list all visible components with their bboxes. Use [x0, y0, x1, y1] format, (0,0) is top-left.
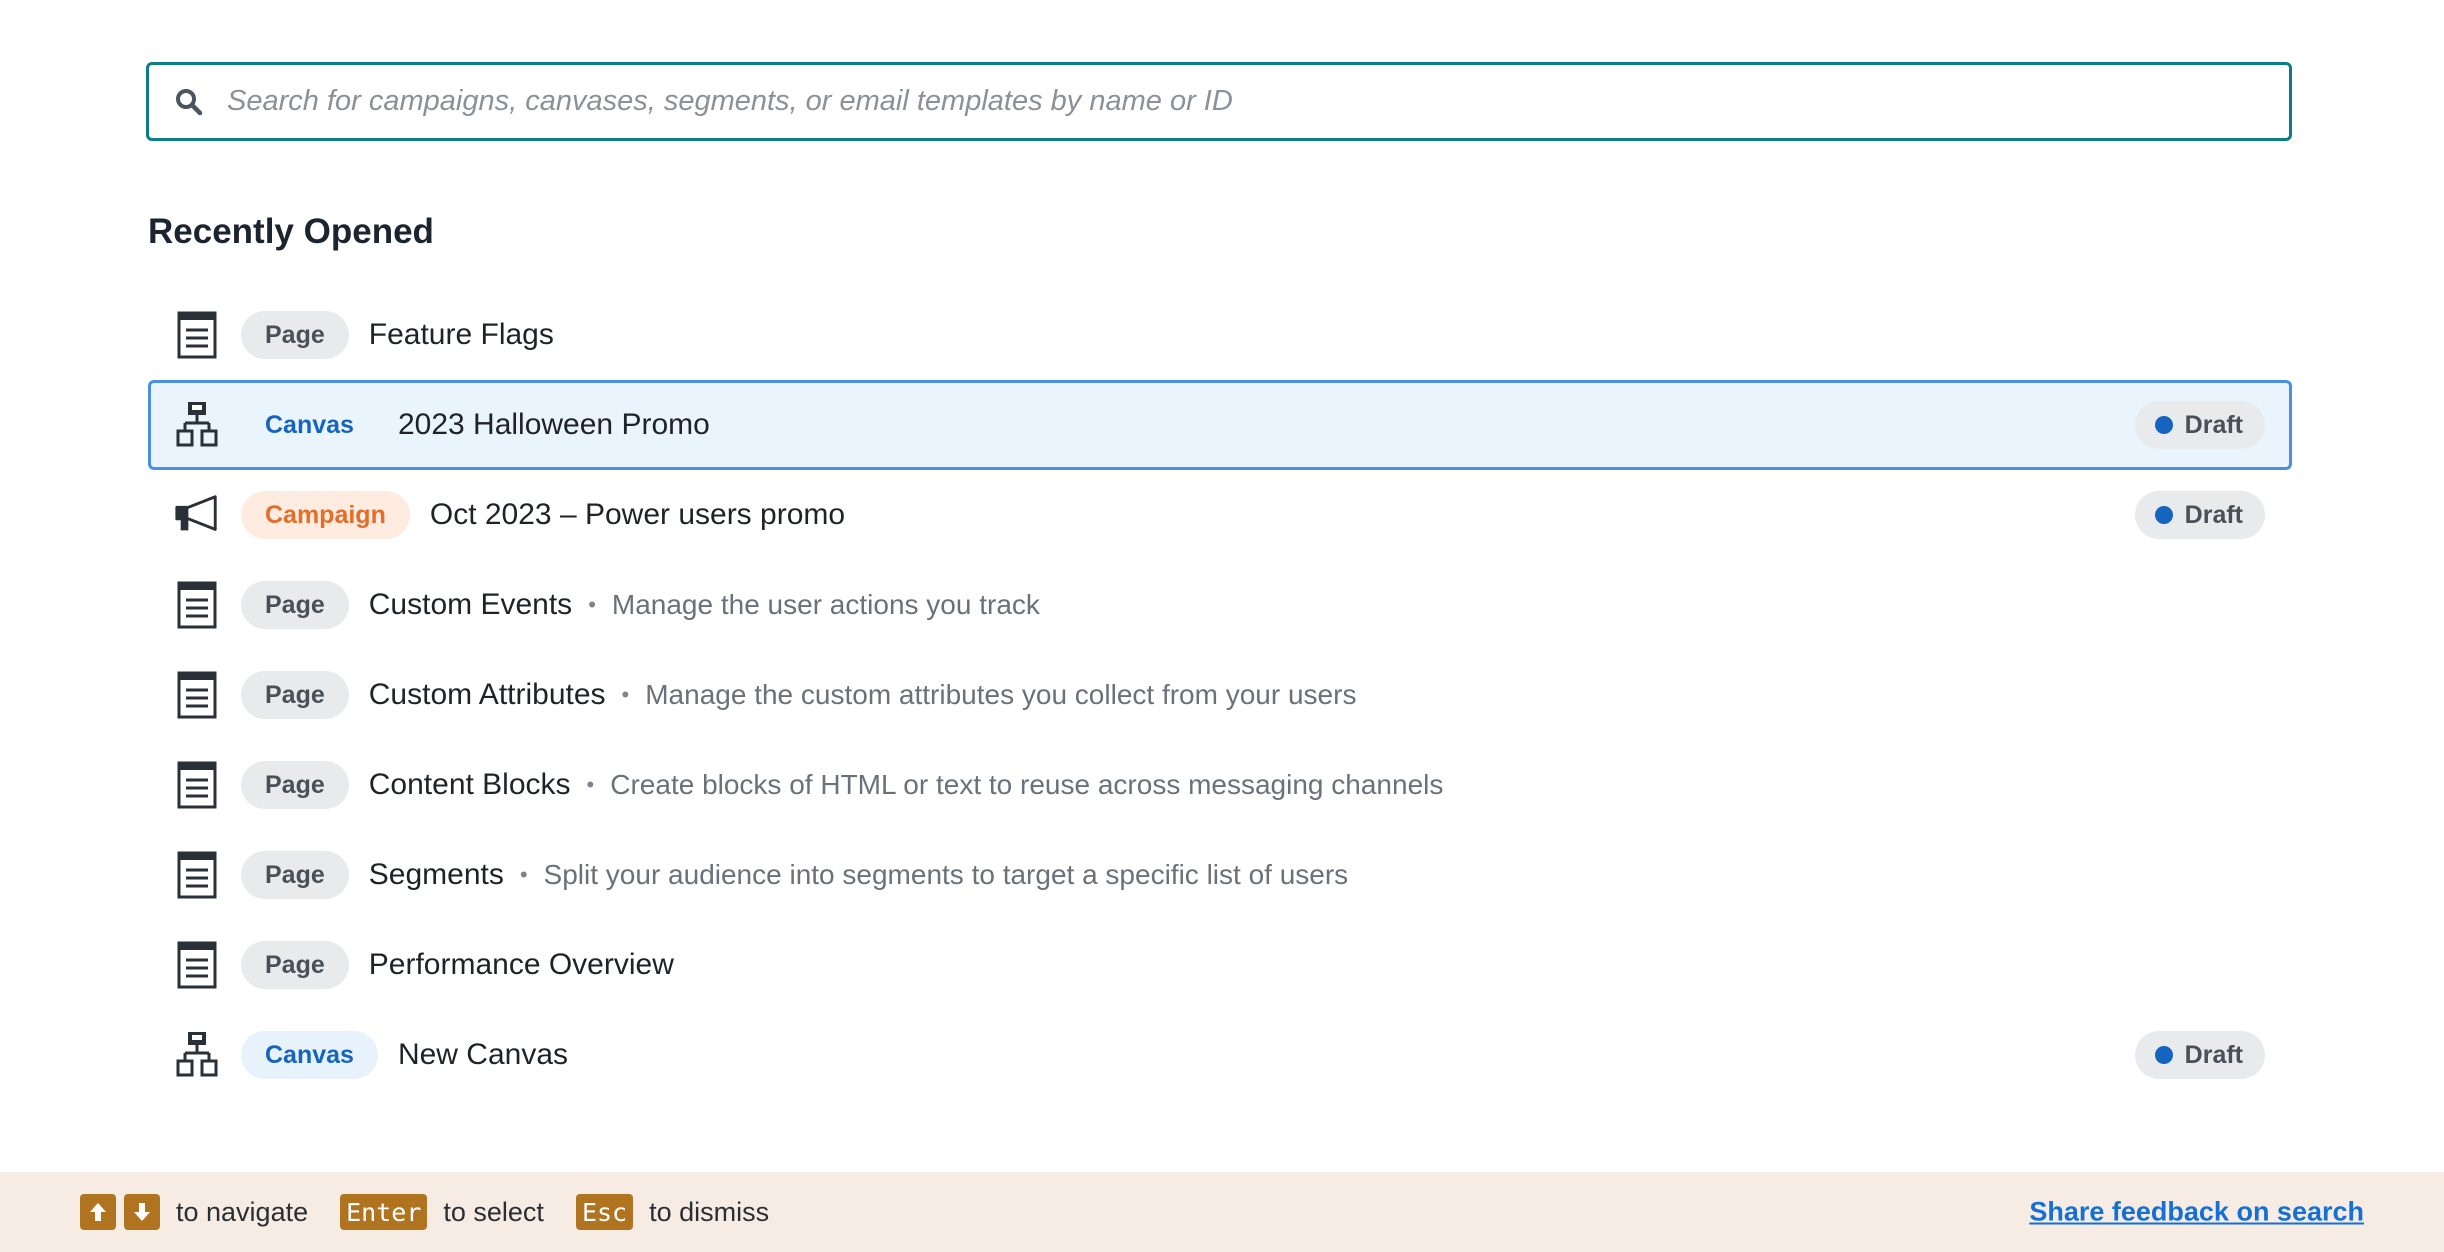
status-label: Draft	[2184, 501, 2243, 529]
recent-item[interactable]: Page Feature Flags	[148, 290, 2292, 380]
item-title: Performance Overview	[368, 948, 674, 981]
item-title: Custom Events	[368, 588, 573, 621]
search-input[interactable]	[227, 71, 2289, 132]
page-icon	[173, 670, 221, 720]
status-badge: Draft	[2134, 491, 2265, 539]
item-title: Custom Attributes	[368, 678, 606, 711]
search-palette: Recently Opened Page Feature Flags Canvas 2…	[0, 0, 2444, 1252]
page-icon	[173, 580, 221, 630]
arrow-up-key-icon	[80, 1194, 116, 1230]
recent-item[interactable]: Page Custom Attributes • Manage the custom …	[148, 650, 2292, 740]
arrow-down-key-icon	[124, 1194, 160, 1230]
megaphone-icon	[173, 490, 221, 540]
item-title: Content Blocks	[368, 768, 571, 801]
page-icon	[173, 310, 221, 360]
status-dot-icon	[2154, 416, 2173, 434]
status-label: Draft	[2184, 1041, 2243, 1069]
recent-item[interactable]: Page Content Blocks • Create blocks of HTML…	[148, 740, 2292, 830]
item-title: New Canvas	[397, 1038, 569, 1071]
item-title: 2023 Halloween Promo	[397, 408, 710, 441]
type-badge: Page	[241, 761, 349, 809]
status-label: Draft	[2184, 411, 2243, 439]
type-badge: Canvas	[265, 411, 354, 439]
recent-item[interactable]: Canvas 2023 Halloween Promo Draft	[148, 380, 2292, 470]
type-badge: Page	[241, 581, 349, 629]
item-title: Segments	[368, 858, 504, 891]
select-hint: to select	[443, 1196, 544, 1227]
status-badge: Draft	[2134, 1031, 2265, 1079]
separator-dot: •	[586, 772, 595, 797]
canvas-icon	[173, 1030, 221, 1080]
page-icon	[173, 940, 221, 990]
keyboard-hints-bar: to navigate Enter to select Esc to dismi…	[0, 1172, 2444, 1252]
separator-dot: •	[588, 592, 596, 617]
enter-key: Enter	[340, 1194, 428, 1230]
type-badge: Page	[241, 851, 349, 899]
type-badge: Page	[241, 941, 349, 989]
recent-item[interactable]: Campaign Oct 2023 – Power users promo Draf…	[148, 470, 2292, 560]
separator-dot: •	[519, 862, 528, 887]
esc-key: Esc	[575, 1194, 634, 1230]
type-badge: Canvas	[241, 1031, 378, 1079]
item-title: Oct 2023 – Power users promo	[429, 498, 846, 531]
item-description: Create blocks of HTML or text to reuse a…	[610, 769, 1444, 800]
status-dot-icon	[2154, 1046, 2173, 1064]
search-icon	[171, 84, 207, 120]
page-icon	[173, 760, 221, 810]
item-description: Split your audience into segments to tar…	[543, 859, 1349, 890]
item-title: Feature Flags	[368, 318, 554, 351]
page-icon	[173, 850, 221, 900]
search-box[interactable]	[146, 62, 2292, 141]
canvas-icon	[173, 400, 221, 450]
recent-list: Page Feature Flags Canvas 2023 Halloween Pr…	[148, 290, 2292, 1100]
status-badge: Draft	[2134, 401, 2265, 449]
recent-item[interactable]: Canvas New Canvas Draft	[148, 1010, 2292, 1100]
type-badge: Page	[241, 311, 349, 359]
recent-item[interactable]: Page Performance Overview	[148, 920, 2292, 1010]
item-description: Manage the user actions you track	[611, 589, 1040, 620]
navigate-hint: to navigate	[176, 1196, 309, 1227]
recent-item[interactable]: Page Segments • Split your audience into se…	[148, 830, 2292, 920]
item-description: Manage the custom attributes you collect…	[645, 679, 1357, 710]
type-badge: Campaign	[241, 491, 410, 539]
type-badge: Page	[241, 671, 349, 719]
separator-dot: •	[621, 682, 630, 707]
dismiss-hint: to dismiss	[649, 1196, 770, 1227]
recent-item[interactable]: Page Custom Events • Manage the user action…	[148, 560, 2292, 650]
status-dot-icon	[2154, 506, 2173, 524]
share-feedback-link[interactable]: Share feedback on search	[2029, 1197, 2364, 1228]
recently-opened-heading: Recently Opened	[148, 212, 434, 251]
